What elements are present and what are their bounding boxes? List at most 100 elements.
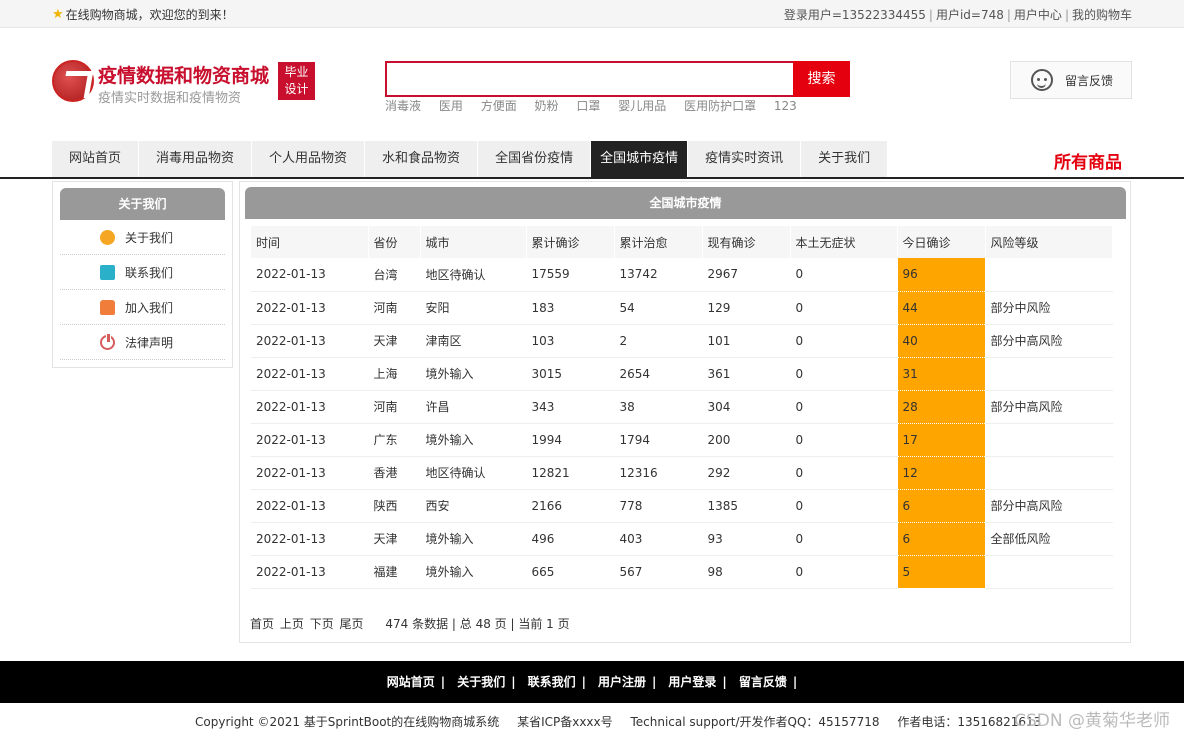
site-subtitle: 疫情实时数据和疫情物资 bbox=[98, 91, 242, 106]
table-cell: 境外输入 bbox=[420, 522, 527, 556]
search-button[interactable]: 搜索 bbox=[793, 61, 850, 97]
nav-item-province-epidemic[interactable]: 全国省份疫情 bbox=[478, 141, 592, 177]
sidebar-title: 关于我们 bbox=[60, 188, 225, 220]
table-cell: 567 bbox=[614, 555, 703, 589]
table-cell: 304 bbox=[702, 390, 791, 424]
table-cell: 西安 bbox=[420, 489, 527, 523]
table-cell: 496 bbox=[526, 522, 615, 556]
table-cell: 地区待确认 bbox=[420, 456, 527, 490]
footer-link[interactable]: 留言反馈 bbox=[739, 675, 787, 689]
table-cell: 0 bbox=[790, 291, 898, 325]
table-cell: 2022-01-13 bbox=[251, 423, 369, 457]
all-goods-link[interactable]: 所有商品 bbox=[1054, 148, 1122, 173]
column-header: 今日确诊 bbox=[897, 226, 986, 258]
table-cell: 403 bbox=[614, 522, 703, 556]
today-confirmed-cell: 44 bbox=[897, 291, 986, 325]
nav-item-food[interactable]: 水和食品物资 bbox=[365, 141, 479, 177]
footer-link[interactable]: 用户注册 bbox=[598, 675, 646, 689]
footer-link[interactable]: 联系我们 bbox=[528, 675, 576, 689]
hotword-link[interactable]: 口罩 bbox=[576, 99, 600, 113]
table-cell: 津南区 bbox=[420, 324, 527, 358]
sidebar-item-legal[interactable]: 法律声明 bbox=[60, 325, 225, 360]
table-cell: 安阳 bbox=[420, 291, 527, 325]
panel-title: 全国城市疫情 bbox=[245, 187, 1126, 219]
sidebar-menu: 关于我们 联系我们 加入我们 法律声明 bbox=[60, 220, 225, 360]
table-cell: 2166 bbox=[526, 489, 615, 523]
table-row: 2022-01-13 天津 津南区 103 2 101 0 40 部分中高风险 bbox=[251, 324, 1113, 358]
login-user-link[interactable]: 登录用户=13522334455 bbox=[784, 8, 926, 22]
hotword-link[interactable]: 消毒液 bbox=[385, 99, 421, 113]
today-confirmed-cell: 17 bbox=[897, 423, 986, 457]
sidebar-item-label: 加入我们 bbox=[125, 300, 174, 315]
feedback-button[interactable]: 留言反馈 bbox=[1010, 61, 1132, 99]
hotword-link[interactable]: 123 bbox=[774, 99, 797, 113]
hotword-link[interactable]: 奶粉 bbox=[535, 99, 559, 113]
table-cell: 地区待确认 bbox=[420, 258, 527, 292]
table-row: 2022-01-13 广东 境外输入 1994 1794 200 0 17 bbox=[251, 423, 1113, 457]
pagination: 首页 上页 下页 尾页 474 条数据 | 总 48 页 | 当前 1 页 bbox=[250, 615, 570, 632]
icp-text: 某省ICP备xxxx号 bbox=[517, 715, 613, 729]
table-cell: 河南 bbox=[368, 390, 421, 424]
footer-link[interactable]: 关于我们 bbox=[457, 675, 505, 689]
table-cell: 部分中风险 bbox=[985, 291, 1113, 325]
cart-link[interactable]: 我的购物车 bbox=[1072, 8, 1132, 22]
user-id-link[interactable]: 用户id=748 bbox=[936, 8, 1004, 22]
search-box: 搜索 bbox=[385, 61, 850, 97]
watermark: CSDN @黄菊华老师 bbox=[1014, 711, 1170, 731]
hotword-link[interactable]: 医用防护口罩 bbox=[684, 99, 756, 113]
footer-separator: | bbox=[652, 675, 657, 689]
table-cell: 93 bbox=[702, 522, 791, 556]
sidebar: 关于我们 关于我们 联系我们 加入我们 法律声明 bbox=[52, 181, 233, 368]
site-logo[interactable]: 疫情数据和物资商城 疫情实时数据和疫情物资 毕业 设计 bbox=[52, 60, 322, 106]
hotword-link[interactable]: 方便面 bbox=[481, 99, 517, 113]
table-cell: 0 bbox=[790, 324, 898, 358]
today-confirmed-cell: 96 bbox=[897, 258, 986, 292]
welcome-text: 在线购物商城，欢迎您的到来！ bbox=[65, 8, 234, 22]
sidebar-item-contact[interactable]: 联系我们 bbox=[60, 255, 225, 290]
sidebar-item-label: 法律声明 bbox=[125, 335, 174, 350]
table-cell: 1385 bbox=[702, 489, 791, 523]
footer-separator: | bbox=[581, 675, 586, 689]
hotword-link[interactable]: 婴儿用品 bbox=[618, 99, 666, 113]
user-center-link[interactable]: 用户中心 bbox=[1014, 8, 1062, 22]
table-row: 2022-01-13 陕西 西安 2166 778 1385 0 6 部分中高风险 bbox=[251, 489, 1113, 523]
main-nav: 网站首页 消毒用品物资 个人用品物资 水和食品物资 全国省份疫情 全国城市疫情 … bbox=[52, 141, 889, 177]
nav-item-home[interactable]: 网站首页 bbox=[52, 141, 140, 177]
footer-separator: | bbox=[511, 675, 516, 689]
search-input[interactable] bbox=[385, 61, 795, 97]
main-panel: 全国城市疫情 时间 省份 城市 累计确诊 累计治愈 现有确诊 本土无症状 今日确诊 风险等级 2… bbox=[239, 181, 1131, 643]
nav-item-about[interactable]: 关于我们 bbox=[801, 141, 889, 177]
column-header: 省份 bbox=[368, 226, 421, 258]
last-page-link[interactable]: 尾页 bbox=[340, 617, 364, 631]
table-cell: 2022-01-13 bbox=[251, 390, 369, 424]
first-page-link[interactable]: 首页 bbox=[250, 617, 274, 631]
table-cell: 12316 bbox=[614, 456, 703, 490]
table-cell: 38 bbox=[614, 390, 703, 424]
table-cell: 2654 bbox=[614, 357, 703, 391]
table-cell: 2022-01-13 bbox=[251, 456, 369, 490]
today-confirmed-cell: 40 bbox=[897, 324, 986, 358]
today-confirmed-cell: 12 bbox=[897, 456, 986, 490]
footer-link[interactable]: 网站首页 bbox=[387, 675, 435, 689]
footer-link[interactable]: 用户登录 bbox=[668, 675, 716, 689]
sidebar-item-join[interactable]: 加入我们 bbox=[60, 290, 225, 325]
table-row: 2022-01-13 天津 境外输入 496 403 93 0 6 全部低风险 bbox=[251, 522, 1113, 556]
customer-service-icon bbox=[1031, 69, 1053, 91]
logo-mark-icon bbox=[52, 60, 94, 102]
hotword-link[interactable]: 医用 bbox=[439, 99, 463, 113]
star-icon: ★ bbox=[52, 7, 64, 22]
nav-item-personal[interactable]: 个人用品物资 bbox=[252, 141, 366, 177]
next-page-link[interactable]: 下页 bbox=[310, 617, 334, 631]
nav-item-news[interactable]: 疫情实时资讯 bbox=[688, 141, 802, 177]
nav-item-city-epidemic[interactable]: 全国城市疫情 bbox=[591, 141, 689, 177]
welcome-message: ★ 在线购物商城，欢迎您的到来！ bbox=[52, 6, 234, 23]
table-cell: 183 bbox=[526, 291, 615, 325]
table-cell: 天津 bbox=[368, 522, 421, 556]
table-cell: 13742 bbox=[614, 258, 703, 292]
prev-page-link[interactable]: 上页 bbox=[280, 617, 304, 631]
sidebar-item-about[interactable]: 关于我们 bbox=[60, 220, 225, 255]
column-header: 时间 bbox=[251, 226, 369, 258]
table-cell: 境外输入 bbox=[420, 555, 527, 589]
table-header-row: 时间 省份 城市 累计确诊 累计治愈 现有确诊 本土无症状 今日确诊 风险等级 bbox=[251, 226, 1113, 258]
nav-item-disinfection[interactable]: 消毒用品物资 bbox=[139, 141, 253, 177]
